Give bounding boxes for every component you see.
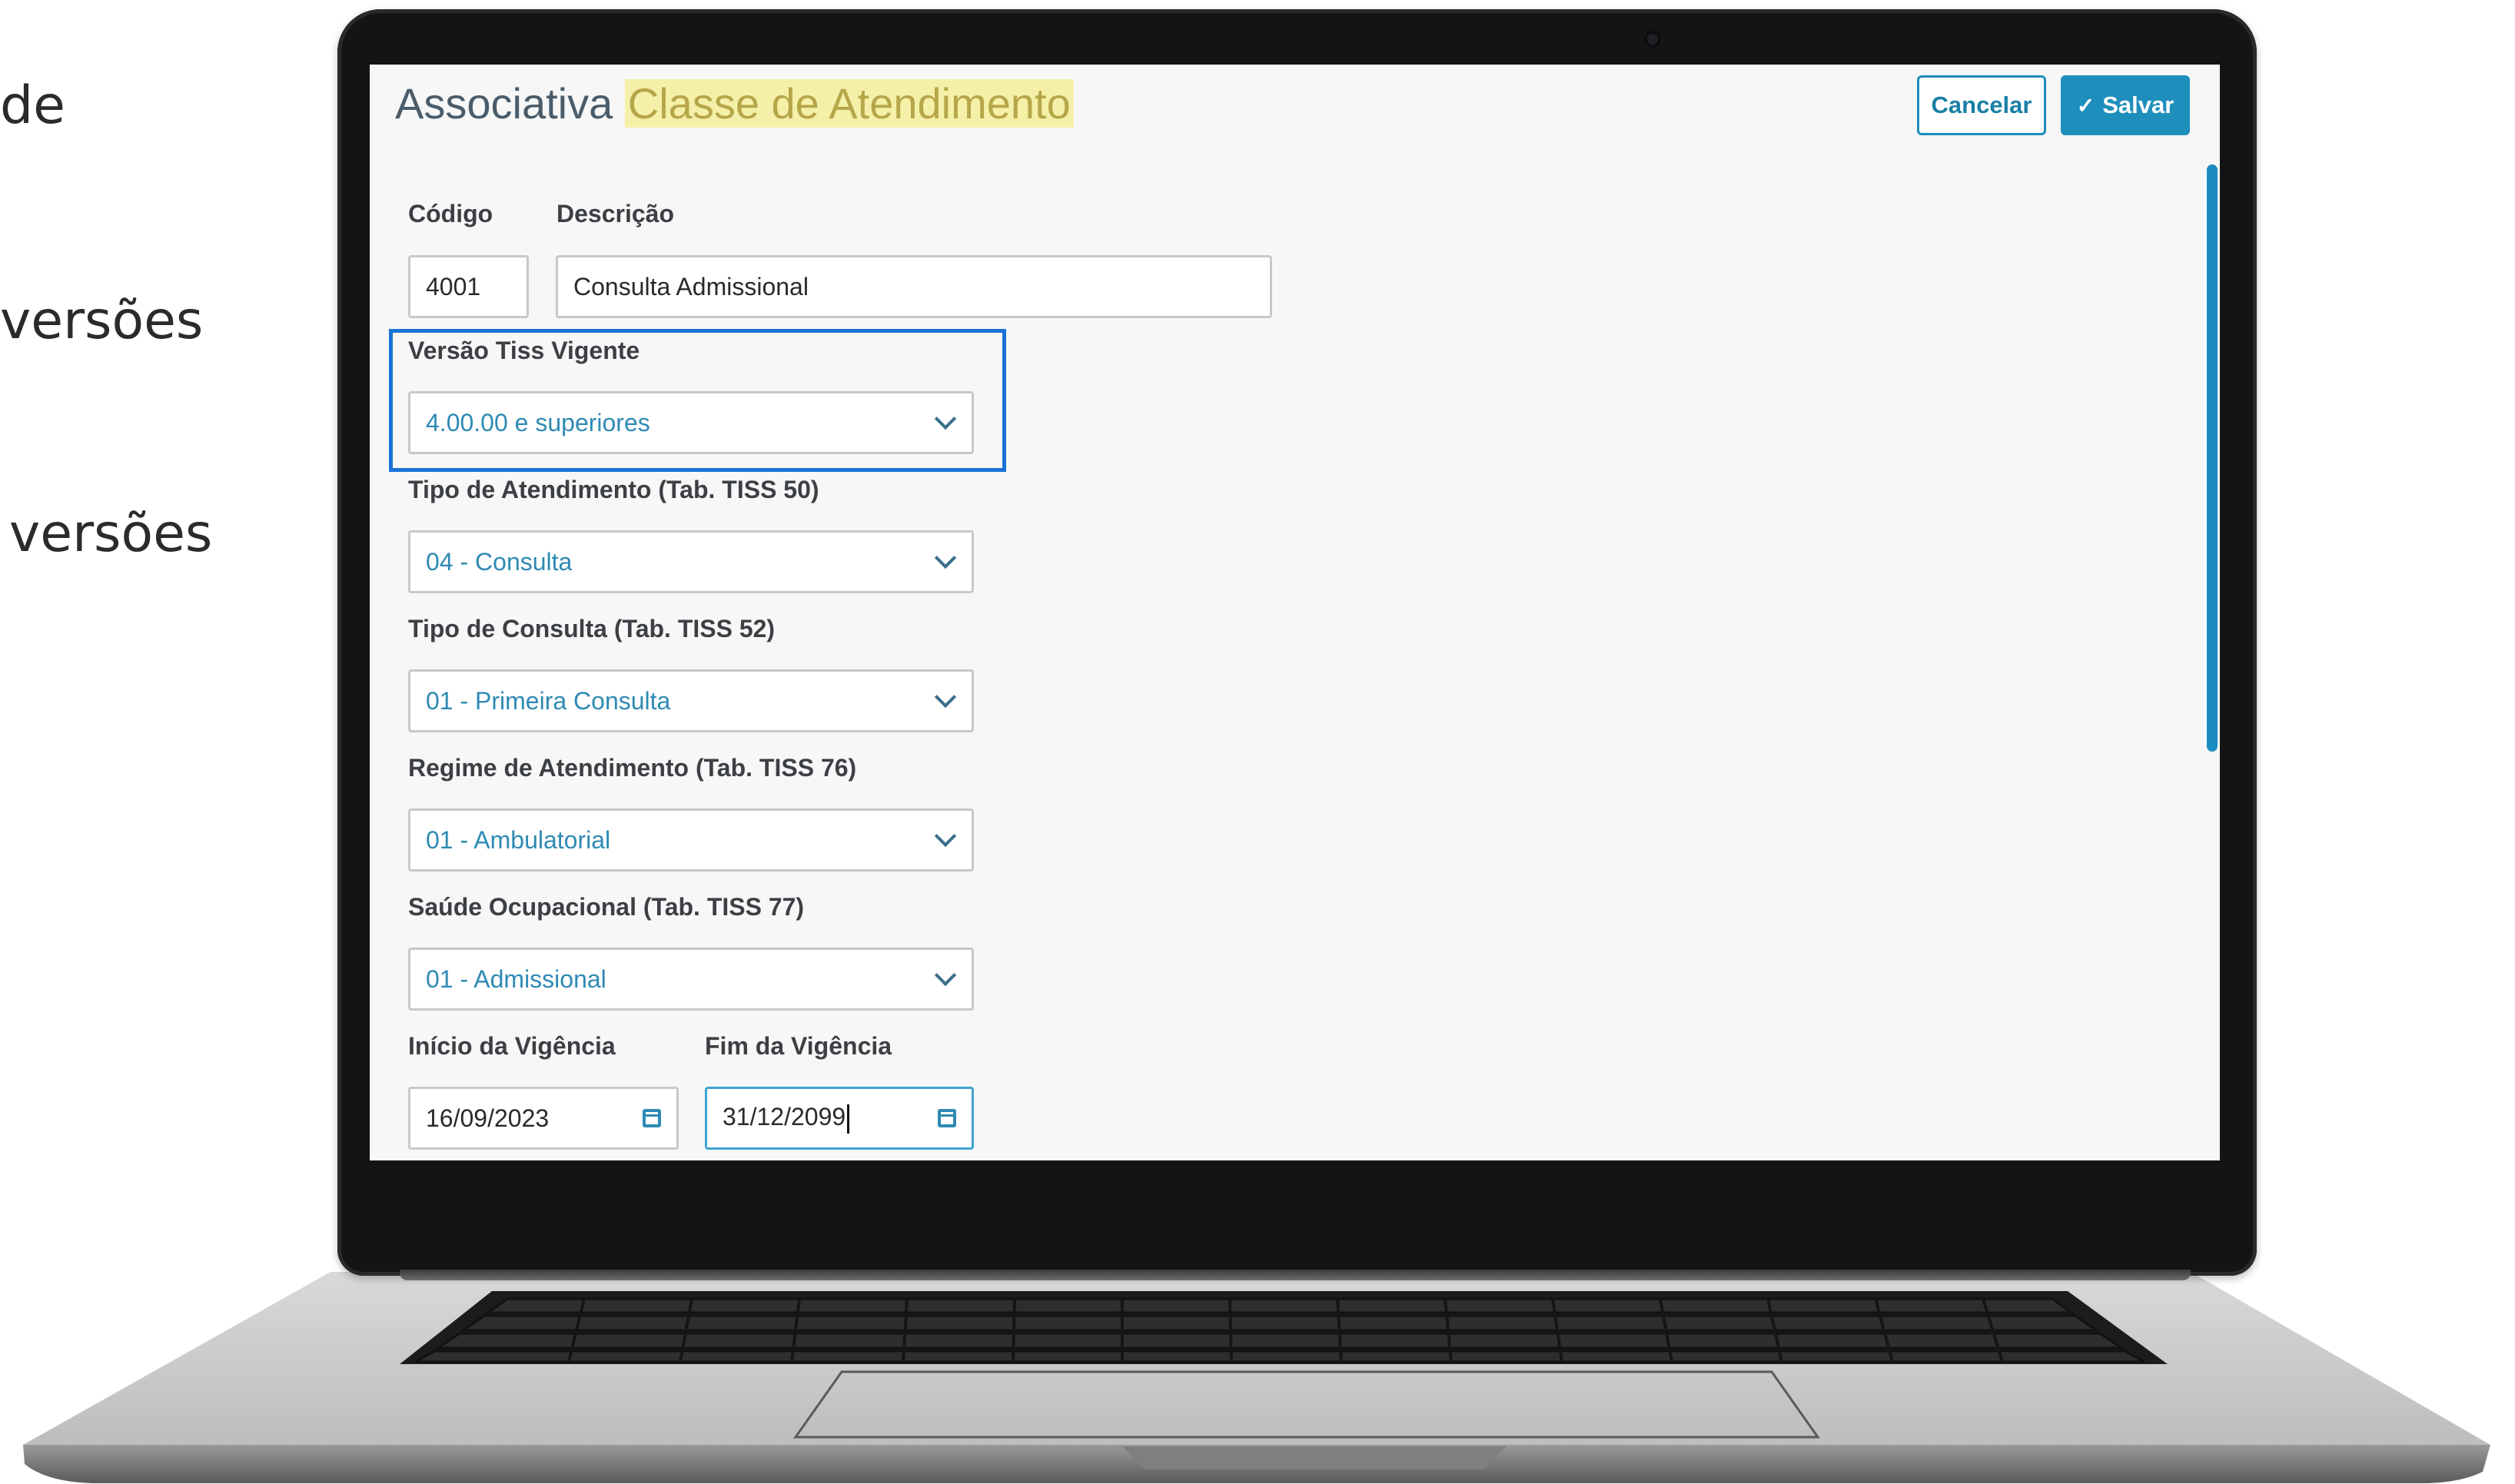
versao-tiss-select[interactable]: 4.00.00 e superiores [408,391,974,454]
chevron-down-icon [934,546,957,569]
fim-vigencia-label: Fim da Vigência [705,1032,892,1060]
save-button-label: Salvar [2102,91,2174,118]
scrollbar[interactable] [2207,164,2218,752]
calendar-icon[interactable] [938,1109,956,1127]
descricao-label: Descrição [556,200,674,227]
inicio-vigencia-label: Início da Vigência [408,1032,616,1060]
tipo-atendimento-label: Tipo de Atendimento (Tab. TISS 50) [408,476,819,503]
tipo-atendimento-value: 04 - Consulta [426,547,573,576]
tipo-consulta-value: 01 - Primeira Consulta [426,686,671,715]
codigo-label: Código [408,200,493,227]
slide-text-fragment: versões [9,503,213,564]
inicio-vigencia-field[interactable]: 16/09/2023 [408,1087,679,1150]
regime-atendimento-select[interactable]: 01 - Ambulatorial [408,808,974,871]
fim-vigencia-value: 31/12/2099 [723,1103,846,1131]
fim-vigencia-field[interactable]: 31/12/2099 [705,1087,974,1150]
saude-ocupacional-value: 01 - Admissional [426,964,606,993]
chevron-down-icon [934,825,957,848]
regime-atendimento-value: 01 - Ambulatorial [426,825,611,854]
tipo-consulta-label: Tipo de Consulta (Tab. TISS 52) [408,615,776,642]
chevron-down-icon [934,964,957,987]
app-screen: Associativa Classe de Atendimento Cancel… [370,65,2220,1160]
codigo-field[interactable]: 4001 [408,255,529,318]
check-icon: ✓ [2076,93,2095,118]
tipo-consulta-select[interactable]: 01 - Primeira Consulta [408,669,974,732]
page-title-highlight: Classe de Atendimento [624,79,1074,128]
slide-text-fragment: versões [0,290,204,351]
tipo-atendimento-select[interactable]: 04 - Consulta [408,530,974,593]
descricao-field[interactable]: Consulta Admissional [556,255,1272,318]
page-title: Associativa Classe de Atendimento [395,78,1074,128]
chevron-down-icon [934,407,957,430]
calendar-icon[interactable] [643,1109,661,1127]
camera-icon [1644,31,1661,48]
versao-tiss-label: Versão Tiss Vigente [408,337,640,364]
descricao-value: Consulta Admissional [573,272,809,300]
stage: de versões versões Associativa Classe de… [0,0,2515,1484]
regime-atendimento-label: Regime de Atendimento (Tab. TISS 76) [408,754,857,782]
slide-text-fragment: de [0,75,65,136]
codigo-value: 4001 [426,272,481,300]
chevron-down-icon [934,686,957,709]
saude-ocupacional-label: Saúde Ocupacional (Tab. TISS 77) [408,893,805,921]
cancel-button-label: Cancelar [1931,91,2032,118]
text-cursor [847,1104,850,1134]
inicio-vigencia-value: 16/09/2023 [426,1104,550,1132]
page-title-prefix: Associativa [395,79,613,128]
save-button[interactable]: ✓ Salvar [2061,75,2190,135]
laptop-hinge [400,1270,2191,1280]
saude-ocupacional-select[interactable]: 01 - Admissional [408,948,974,1011]
versao-tiss-value: 4.00.00 e superiores [426,408,650,437]
cancel-button[interactable]: Cancelar [1917,75,2046,135]
